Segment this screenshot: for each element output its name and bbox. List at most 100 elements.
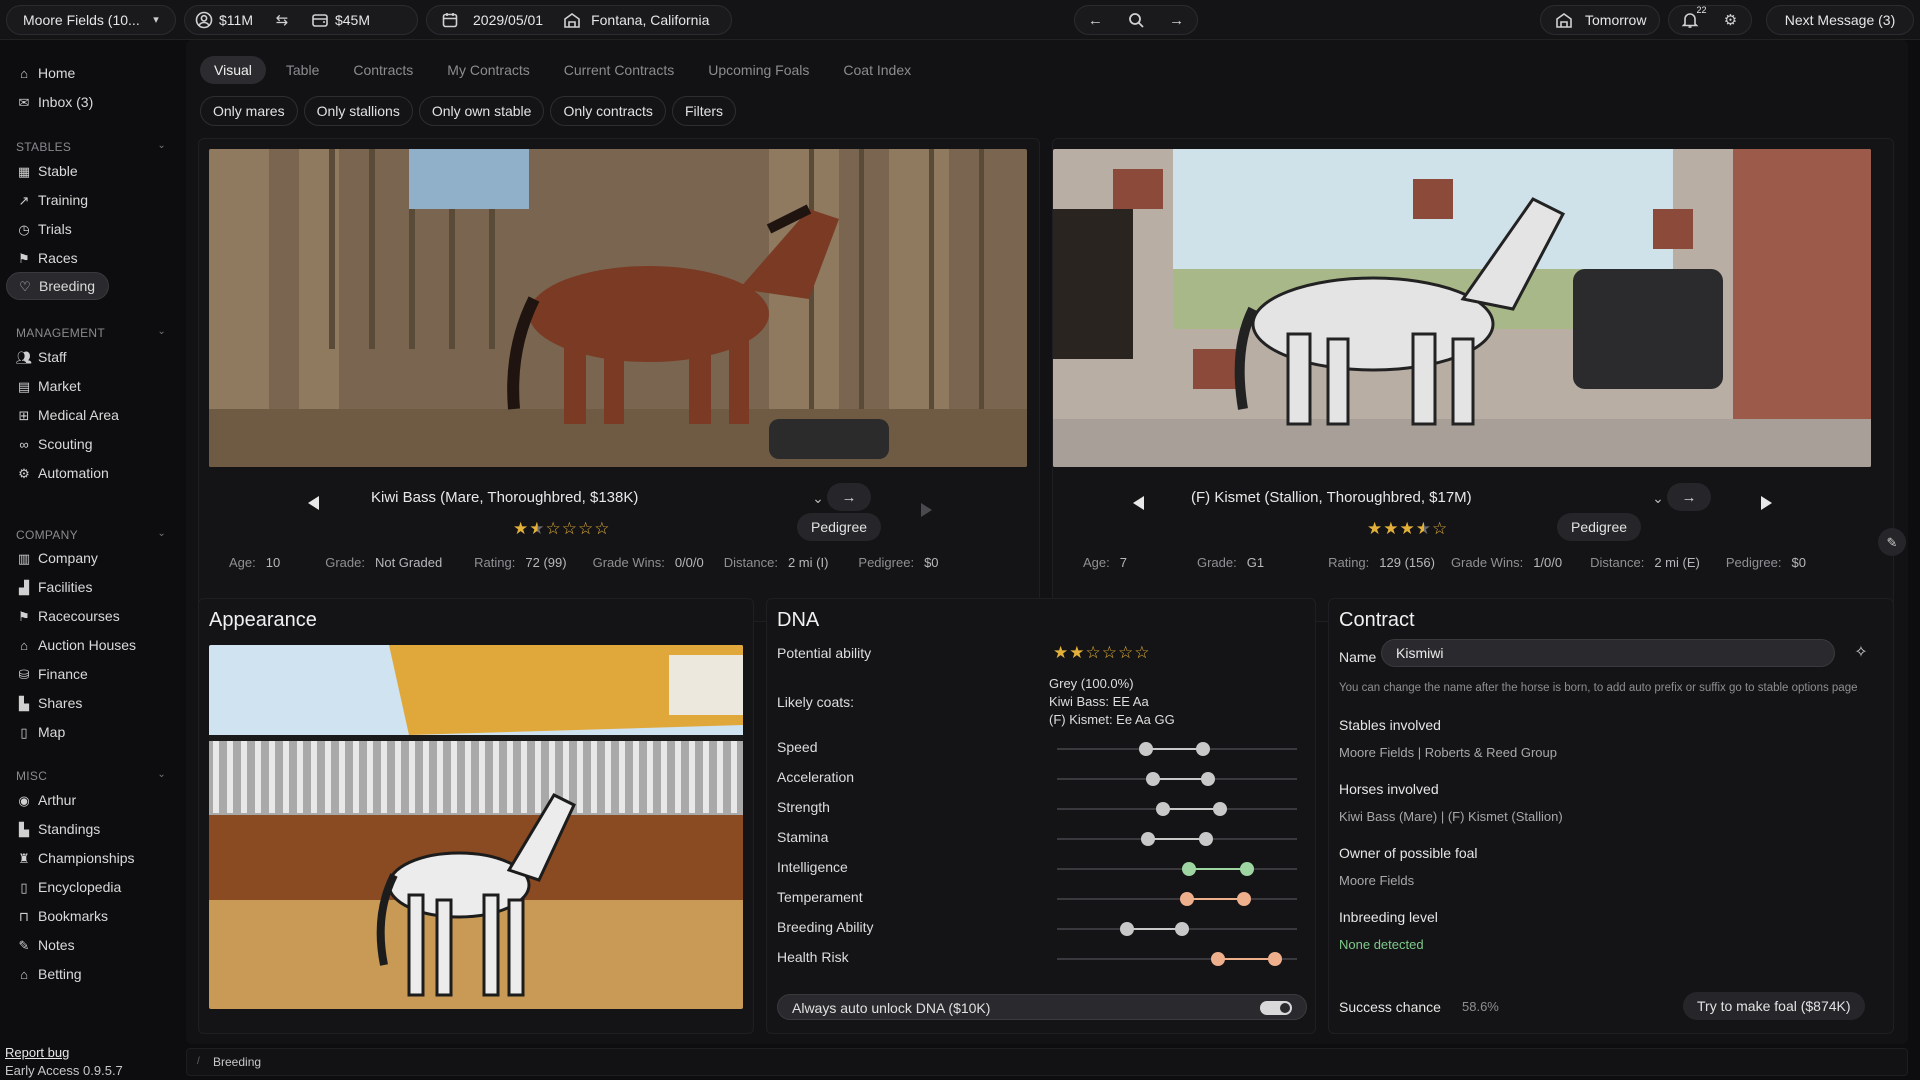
auto-unlock-label: Always auto unlock DNA ($10K) [792, 1000, 991, 1016]
auto-unlock-dna-toggle[interactable]: Always auto unlock DNA ($10K) [777, 994, 1307, 1020]
user-circle-icon [195, 11, 213, 29]
trait-max-knob [1239, 862, 1254, 876]
sidebar-item-bookmarks[interactable]: ⊓ Bookmarks [6, 902, 118, 930]
sidebar-item-finance[interactable]: ⛁ Finance [6, 660, 98, 688]
sparkles-icon[interactable]: ✧ [1852, 644, 1870, 662]
filters-button[interactable]: Filters [671, 96, 737, 126]
filter-only-stallions[interactable]: Only stallions [303, 96, 413, 126]
sidebar-item-company[interactable]: ▥ Company [6, 544, 108, 572]
sidebar-item-championships[interactable]: ♜ Championships [6, 844, 145, 872]
version-label: Early Access 0.9.5.7 [5, 1063, 123, 1078]
sidebar-item-arthur[interactable]: ◉ Arthur [6, 786, 86, 814]
section-stables[interactable]: STABLES ⌄ [16, 140, 166, 154]
sidebar-item-staff[interactable]: 👥︎ Staff [6, 343, 77, 371]
stallion-pedigree-button[interactable]: Pedigree [1557, 513, 1642, 541]
section-company[interactable]: COMPANY ⌄ [16, 528, 166, 542]
sidebar-item-shares[interactable]: ▙ Shares [6, 689, 92, 717]
search-icon[interactable] [1127, 11, 1145, 29]
report-bug-link[interactable]: Report bug [5, 1045, 69, 1060]
trait-label: Health Risk [777, 949, 849, 965]
cash-value: $11M [219, 12, 253, 28]
next-mare-icon[interactable] [921, 503, 932, 517]
foal-name-input[interactable] [1381, 639, 1835, 667]
sidebar-item-races[interactable]: ⚑ Races [6, 244, 88, 272]
sidebar-item-inbox[interactable]: ✉ Inbox (3) [6, 88, 103, 116]
chevron-down-icon[interactable]: ⌄ [1649, 489, 1667, 507]
mare-open-button[interactable]: → [827, 483, 871, 511]
sidebar-item-market[interactable]: ▤ Market [6, 372, 91, 400]
sidebar-item-map[interactable]: ▯ Map [6, 718, 75, 746]
breadcrumb[interactable]: Breeding [213, 1055, 261, 1069]
stallion-open-button[interactable]: → [1667, 483, 1711, 511]
gear-icon[interactable]: ⚙ [1722, 11, 1740, 29]
alerts-pill: 22 ⚙ [1668, 5, 1752, 35]
arrow-right-icon[interactable]: → [1168, 11, 1186, 29]
sidebar-item-home[interactable]: ⌂ Home [6, 59, 85, 87]
tomorrow-button[interactable]: Tomorrow [1540, 5, 1660, 35]
next-stallion-icon[interactable] [1761, 496, 1772, 510]
trait-max-knob [1174, 922, 1189, 936]
prev-mare-icon[interactable] [308, 496, 319, 510]
sidebar-item-training[interactable]: ↗ Training [6, 186, 98, 214]
bell-icon[interactable]: 22 [1681, 6, 1707, 29]
mare-pedigree-button[interactable]: Pedigree [797, 513, 882, 541]
mare-rating-stars: ★★☆☆☆☆ [513, 519, 610, 539]
filter-only-mares[interactable]: Only mares [200, 96, 298, 126]
cash-display[interactable]: $11M [185, 6, 263, 34]
sidebar-item-medical-area[interactable]: ⊞ Medical Area [6, 401, 129, 429]
filter-only-contracts[interactable]: Only contracts [550, 96, 666, 126]
filter-bar: Only mares Only stallions Only own stabl… [200, 96, 737, 126]
tab-my-contracts[interactable]: My Contracts [433, 56, 543, 84]
trait-min-knob [1146, 772, 1160, 786]
sidebar-item-auction-houses[interactable]: ⌂ Auction Houses [6, 631, 146, 659]
arrow-left-icon[interactable]: ← [1086, 11, 1104, 29]
chevron-down-icon: ⌄ [157, 769, 166, 780]
edit-icon-button[interactable]: ✎ [1878, 528, 1906, 556]
prev-stallion-icon[interactable] [1133, 496, 1144, 510]
wallet-icon [311, 11, 329, 29]
trait-label: Stamina [777, 829, 829, 845]
sidebar-item-betting[interactable]: ⌂ Betting [6, 960, 92, 988]
sidebar: ⌂ Home ✉ Inbox (3) STABLES ⌄ ▦ Stable ↗ T… [0, 40, 185, 1080]
coat-line: Kiwi Bass: EE Aa [1049, 694, 1149, 709]
edit-icon: ✎ [1886, 534, 1898, 550]
sidebar-item-encyclopedia[interactable]: ▯ Encyclopedia [6, 873, 131, 901]
sidebar-item-scouting[interactable]: ∞ Scouting [6, 430, 102, 458]
balance-display[interactable]: $45M [301, 6, 380, 34]
chevron-down-icon[interactable]: ⌄ [809, 489, 827, 507]
tab-visual[interactable]: Visual [200, 56, 266, 84]
section-management[interactable]: MANAGEMENT ⌄ [16, 326, 166, 340]
location-display[interactable]: Fontana, California [553, 6, 719, 34]
trait-min-knob [1179, 892, 1194, 906]
flag-icon: ⚑ [18, 250, 30, 266]
transfer-button[interactable]: ⇆ [263, 6, 301, 34]
sidebar-item-trials[interactable]: ◷ Trials [6, 215, 82, 243]
main-panel: Visual Table Contracts My Contracts Curr… [186, 40, 1908, 1044]
tab-upcoming-foals[interactable]: Upcoming Foals [694, 56, 823, 84]
toggle-switch[interactable] [1260, 1001, 1292, 1015]
section-misc[interactable]: MISC ⌄ [16, 769, 166, 783]
filter-only-own-stable[interactable]: Only own stable [418, 96, 545, 126]
chart-icon: ▙ [19, 695, 29, 711]
sidebar-item-automation[interactable]: ⚙ Automation [6, 459, 119, 487]
sidebar-item-breeding[interactable]: ♡ Breeding [6, 272, 109, 300]
likely-coats-list: Grey (100.0%) Kiwi Bass: EE Aa (F) Kisme… [1049, 675, 1175, 729]
sidebar-item-notes[interactable]: ✎ Notes [6, 931, 85, 959]
trait-slider-range [1217, 958, 1276, 960]
tab-coat-index[interactable]: Coat Index [829, 56, 925, 84]
contract-card: Contract Name ✧ You can change the name … [1328, 598, 1894, 1034]
sidebar-item-racecourses[interactable]: ⚑ Racecourses [6, 602, 130, 630]
next-message-button[interactable]: Next Message (3) [1766, 5, 1914, 35]
trait-slider-range [1153, 778, 1209, 780]
sidebar-item-stable[interactable]: ▦ Stable [6, 157, 88, 185]
make-foal-button[interactable]: Try to make foal ($874K) [1683, 992, 1865, 1020]
dna-card: DNA Potential ability ★★☆☆☆☆ Likely coat… [766, 598, 1316, 1034]
date-display[interactable]: 2029/05/01 [427, 6, 553, 34]
sidebar-item-standings[interactable]: ▙ Standings [6, 815, 110, 843]
tab-current-contracts[interactable]: Current Contracts [550, 56, 688, 84]
trait-max-knob [1268, 952, 1283, 966]
stable-select[interactable]: Moore Fields (10... ▾ [6, 5, 176, 35]
tab-contracts[interactable]: Contracts [339, 56, 427, 84]
sidebar-item-facilities[interactable]: ▟ Facilities [6, 573, 102, 601]
tab-table[interactable]: Table [272, 56, 333, 84]
